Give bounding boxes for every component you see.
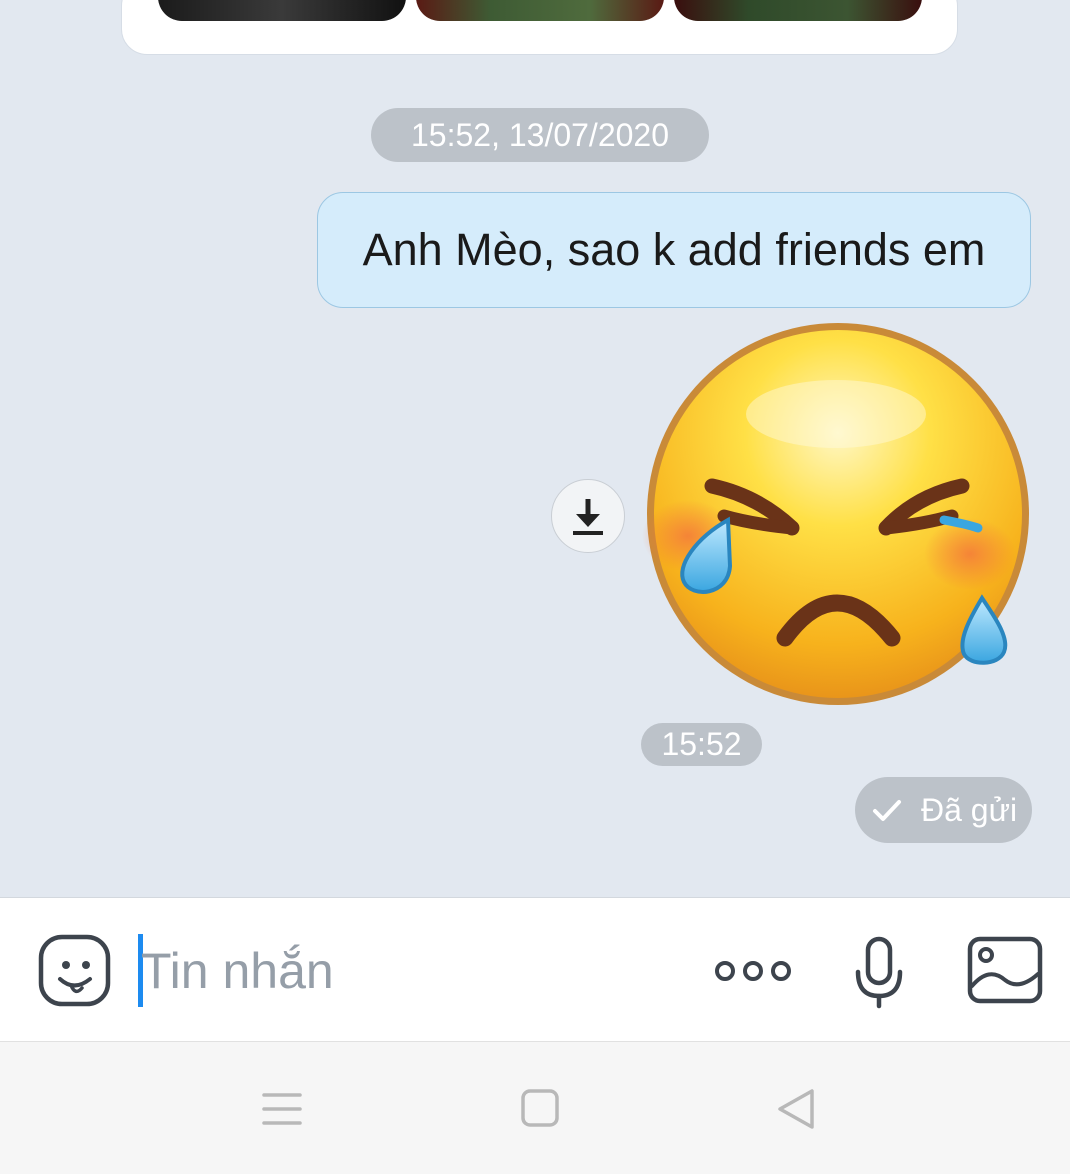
message-bubble[interactable]: Anh Mèo, sao k add friends em — [317, 192, 1031, 308]
sent-status-badge: Đã gửi — [855, 777, 1032, 843]
chat-area: 15:52, 13/07/2020 Anh Mèo, sao k add fri… — [0, 0, 1070, 897]
crying-angry-face-icon — [642, 323, 1029, 705]
message-composer: Tin nhắn — [0, 897, 1070, 1041]
image-icon[interactable] — [967, 936, 1043, 1004]
previous-message-card[interactable] — [121, 0, 958, 55]
video-thumbnail[interactable] — [158, 0, 406, 21]
system-navigation-bar — [0, 1041, 1070, 1174]
sent-status-text: Đã gửi — [921, 792, 1018, 828]
checkmark-icon — [873, 800, 901, 821]
sticker-timestamp: 15:52 — [641, 723, 762, 766]
home-icon[interactable] — [521, 1089, 559, 1127]
download-button[interactable] — [551, 479, 625, 553]
back-icon[interactable] — [776, 1088, 816, 1130]
microphone-icon[interactable] — [852, 936, 906, 1010]
video-thumbnail[interactable] — [416, 0, 664, 21]
message-input[interactable]: Tin nhắn — [141, 938, 334, 1004]
more-icon[interactable] — [712, 958, 794, 984]
menu-icon[interactable] — [262, 1091, 302, 1127]
video-thumbnail[interactable] — [674, 0, 922, 21]
download-icon — [573, 499, 603, 535]
emoji-icon[interactable] — [38, 934, 112, 1008]
message-text: Anh Mèo, sao k add friends em — [362, 224, 986, 275]
date-timestamp: 15:52, 13/07/2020 — [371, 108, 709, 162]
sticker-message[interactable] — [640, 318, 1040, 718]
